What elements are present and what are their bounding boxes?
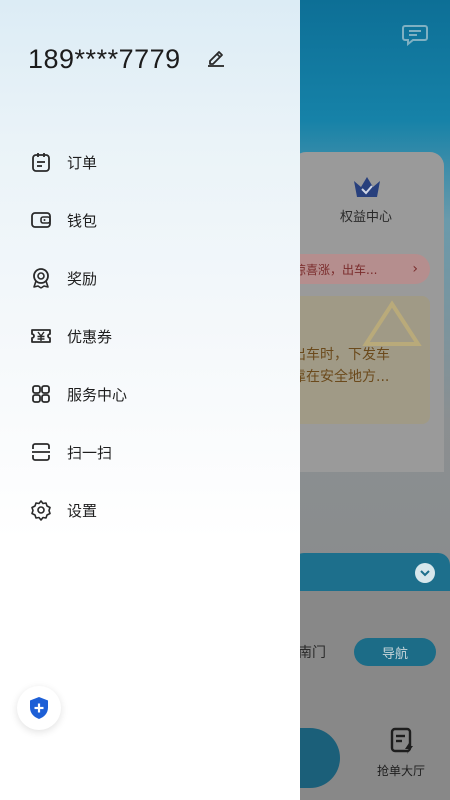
navigate-button[interactable]: 导航 (354, 638, 436, 666)
service-grid-icon (32, 385, 50, 403)
shield-plus-icon (30, 697, 48, 719)
price-banner-text: 惊喜涨，出车... (294, 262, 378, 277)
pencil-edit-icon[interactable] (205, 46, 227, 68)
menu-item-orders[interactable]: 订单 (0, 140, 300, 184)
menu-item-rewards[interactable]: 奖励 (0, 256, 300, 300)
menu-item-label: 设置 (67, 501, 98, 520)
menu-item-label: 服务中心 (67, 385, 128, 404)
address-fragment: 南门 (298, 645, 326, 661)
wallet-icon (31, 212, 51, 228)
chevron-down-icon[interactable] (415, 563, 435, 583)
menu-item-scan[interactable]: 扫一扫 (0, 430, 300, 474)
chevron-right-icon: › (412, 261, 418, 277)
order-list-icon (32, 153, 50, 172)
menu-item-label: 扫一扫 (67, 443, 113, 462)
chat-bubble-icon[interactable] (402, 22, 428, 46)
menu-item-label: 奖励 (67, 269, 98, 288)
user-phone-number: 189****7779 (28, 44, 181, 74)
safety-shield-button[interactable] (17, 686, 61, 730)
warning-triangle-icon (362, 300, 422, 346)
menu-item-label: 优惠券 (67, 327, 113, 346)
menu-item-label: 订单 (67, 153, 98, 172)
menu-item-settings[interactable]: 设置 (0, 488, 300, 532)
menu-item-wallet[interactable]: 钱包 (0, 198, 300, 242)
crown-icon (354, 177, 380, 197)
scan-icon (32, 443, 50, 461)
rights-center-label[interactable]: 权益中心 (340, 206, 392, 225)
coupon-icon (31, 329, 51, 343)
grab-order-hall-label[interactable]: 抢单大厅 (377, 762, 425, 779)
settings-gear-icon (31, 500, 51, 521)
grab-order-icon[interactable] (390, 727, 416, 755)
menu-item-service-center[interactable]: 服务中心 (0, 372, 300, 416)
safety-warning-text: 出车时，下发车 靠在安全地方... (292, 347, 390, 385)
menu-item-coupons[interactable]: 优惠券 (0, 314, 300, 358)
reward-medal-icon (33, 268, 49, 289)
menu-item-label: 钱包 (67, 211, 98, 230)
price-banner[interactable]: 惊喜涨，出车... › (292, 254, 430, 284)
side-drawer: 189****7779 订单 钱包 奖励 优惠券 服务中心 扫一扫 设置 (0, 0, 300, 800)
